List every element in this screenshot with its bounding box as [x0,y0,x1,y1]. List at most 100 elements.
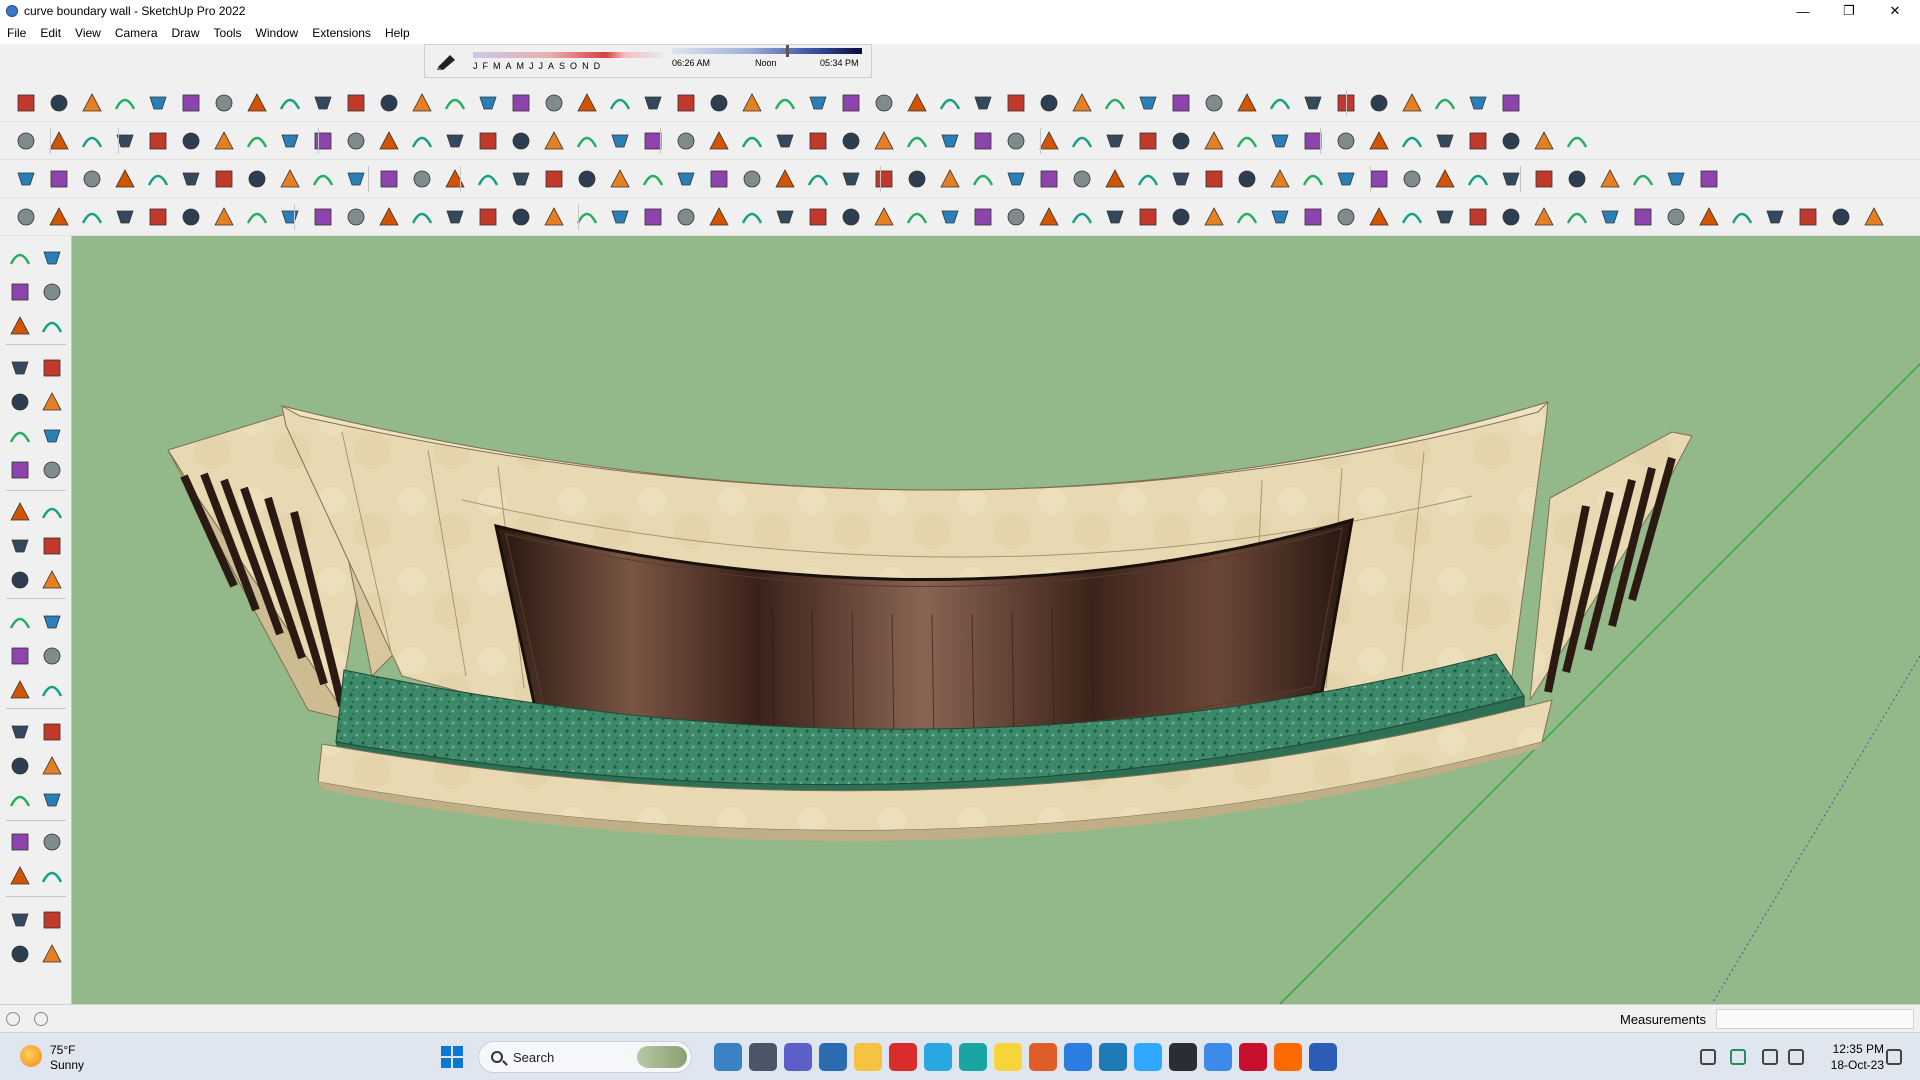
tool-button[interactable] [144,89,172,117]
tool-button[interactable] [144,165,172,193]
tool-button[interactable] [1101,127,1129,155]
tool-button[interactable] [903,127,931,155]
taskbar-app-icon[interactable] [994,1043,1022,1071]
tool-button[interactable] [1629,165,1657,193]
tool-button[interactable] [177,89,205,117]
taskbar-app-icon[interactable] [1204,1043,1232,1071]
sun-weather-icon[interactable] [20,1045,42,1067]
tool-button[interactable] [309,203,337,231]
menu-draw[interactable]: Draw [165,26,207,40]
tool-button[interactable] [375,127,403,155]
tool-button[interactable] [969,89,997,117]
taskbar-app-icon[interactable] [1064,1043,1092,1071]
model-canvas[interactable] [72,236,1920,1004]
tool-button[interactable] [1464,89,1492,117]
tool-button[interactable] [606,165,634,193]
tool-button[interactable] [6,718,34,746]
tool-button[interactable] [1497,203,1525,231]
tool-button[interactable] [1530,127,1558,155]
tool-button[interactable] [1299,89,1327,117]
tool-button[interactable] [6,388,34,416]
tool-button[interactable] [573,165,601,193]
tool-button[interactable] [738,127,766,155]
tool-button[interactable] [441,203,469,231]
tool-button[interactable] [243,165,271,193]
tool-button[interactable] [1398,127,1426,155]
tool-button[interactable] [177,165,205,193]
tool-button[interactable] [1563,127,1591,155]
tool-button[interactable] [38,940,66,968]
tool-button[interactable] [804,165,832,193]
menu-file[interactable]: File [0,26,33,40]
tool-button[interactable] [1035,165,1063,193]
tool-button[interactable] [705,89,733,117]
tool-button[interactable] [6,498,34,526]
tool-button[interactable] [1233,165,1261,193]
tool-button[interactable] [78,203,106,231]
tool-button[interactable] [276,165,304,193]
tool-button[interactable] [38,244,66,272]
tool-button[interactable] [1002,127,1030,155]
tool-button[interactable] [38,354,66,382]
taskbar-app-icon[interactable] [749,1043,777,1071]
tool-button[interactable] [1398,203,1426,231]
tool-button[interactable] [375,165,403,193]
tool-button[interactable] [441,127,469,155]
tool-button[interactable] [6,532,34,560]
tool-button[interactable] [111,203,139,231]
taskbar-app-icon[interactable] [819,1043,847,1071]
maximize-button[interactable]: ❐ [1826,0,1872,22]
tool-button[interactable] [38,566,66,594]
month-slider[interactable]: J F M A M J J A S O N D [473,49,673,75]
clock-date[interactable]: 18-Oct-23 [1820,1058,1884,1072]
tool-button[interactable] [6,752,34,780]
tool-button[interactable] [38,608,66,636]
system-tray-icon[interactable] [1788,1049,1804,1065]
tool-button[interactable] [441,89,469,117]
tool-button[interactable] [1134,89,1162,117]
taskbar-app-icon[interactable] [1134,1043,1162,1071]
tool-button[interactable] [6,786,34,814]
tool-button[interactable] [639,89,667,117]
tool-button[interactable] [309,127,337,155]
tool-button[interactable] [342,203,370,231]
menu-view[interactable]: View [68,26,108,40]
tool-button[interactable] [573,127,601,155]
tool-button[interactable] [1299,127,1327,155]
tool-button[interactable] [6,906,34,934]
tool-button[interactable] [38,532,66,560]
tool-button[interactable] [1266,203,1294,231]
tool-button[interactable] [1332,165,1360,193]
tool-button[interactable] [870,89,898,117]
tool-button[interactable] [771,89,799,117]
tool-button[interactable] [210,165,238,193]
tool-button[interactable] [1035,89,1063,117]
tool-button[interactable] [38,456,66,484]
tool-button[interactable] [210,203,238,231]
tool-button[interactable] [1266,89,1294,117]
tool-button[interactable] [1497,89,1525,117]
tool-button[interactable] [1332,127,1360,155]
tool-button[interactable] [1596,165,1624,193]
info-icon[interactable] [34,1012,48,1026]
tool-button[interactable] [903,203,931,231]
tool-button[interactable] [804,203,832,231]
tool-button[interactable] [408,165,436,193]
tool-button[interactable] [903,165,931,193]
tool-button[interactable] [903,89,931,117]
time-slider-thumb[interactable] [786,45,789,57]
menu-tools[interactable]: Tools [207,26,249,40]
menu-extensions[interactable]: Extensions [305,26,378,40]
tool-button[interactable] [1200,127,1228,155]
model-viewport[interactable] [72,236,1920,1004]
tool-button[interactable] [177,127,205,155]
tool-button[interactable] [1200,203,1228,231]
tool-button[interactable] [78,165,106,193]
tool-button[interactable] [441,165,469,193]
tool-button[interactable] [639,165,667,193]
tool-button[interactable] [276,89,304,117]
tool-button[interactable] [1695,203,1723,231]
system-tray-icon[interactable] [1762,1049,1778,1065]
tool-button[interactable] [1662,203,1690,231]
menu-camera[interactable]: Camera [108,26,165,40]
